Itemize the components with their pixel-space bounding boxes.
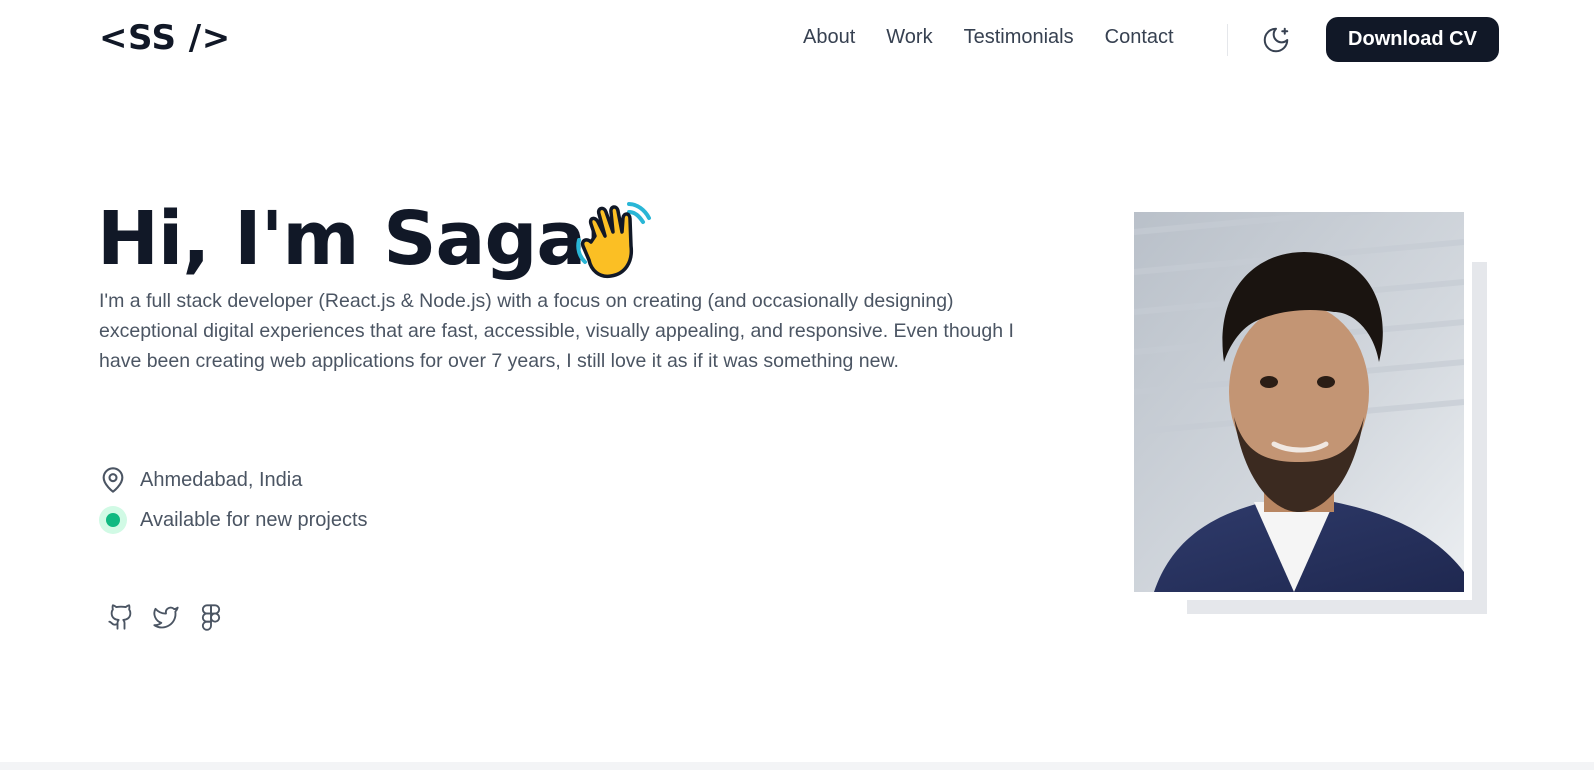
figma-link[interactable] <box>194 600 228 634</box>
status-indicator <box>99 506 127 534</box>
availability-text: Available for new projects <box>140 508 368 531</box>
moon-icon <box>1263 27 1289 53</box>
location-text: Ahmedabad, India <box>140 468 303 491</box>
section-divider <box>0 762 1594 770</box>
hero-title: Hi, I'm Sagar <box>97 196 622 282</box>
map-pin-icon <box>102 467 124 493</box>
download-cv-button[interactable]: Download CV <box>1326 17 1499 62</box>
theme-toggle-button[interactable] <box>1258 22 1294 58</box>
twitter-icon <box>153 606 179 629</box>
status-dot <box>106 513 120 527</box>
nav-link-work[interactable]: Work <box>886 26 932 49</box>
hero-description: I'm a full stack developer (React.js & N… <box>99 290 1014 372</box>
nav-link-about[interactable]: About <box>803 26 855 49</box>
nav-link-testimonials[interactable]: Testimonials <box>964 26 1074 49</box>
github-link[interactable] <box>104 600 138 634</box>
figma-icon <box>201 604 221 631</box>
availability-row: Available for new projects <box>99 506 368 534</box>
main-nav: About Work Testimonials Contact <box>803 26 1174 49</box>
site-header: <SS /> About Work Testimonials Contact D… <box>0 0 1594 80</box>
logo[interactable]: <SS /> <box>99 18 231 58</box>
waving-hand-icon <box>573 196 659 287</box>
profile-photo <box>1126 204 1472 600</box>
twitter-link[interactable] <box>149 600 183 634</box>
social-links <box>104 600 228 634</box>
location-row: Ahmedabad, India <box>99 466 302 494</box>
nav-divider <box>1227 24 1228 56</box>
github-icon <box>108 604 132 630</box>
nav-link-contact[interactable]: Contact <box>1105 26 1174 49</box>
